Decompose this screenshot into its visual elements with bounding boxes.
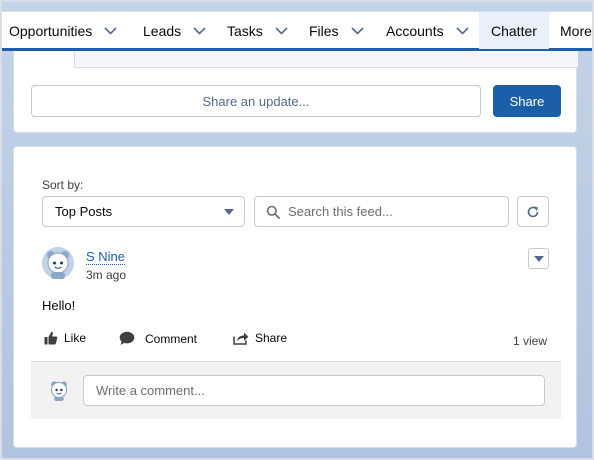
comment-icon: [119, 331, 135, 345]
feed-search-placeholder: Search this feed...: [288, 204, 393, 219]
chevron-down-icon[interactable]: [456, 24, 469, 37]
caret-down-icon: [224, 209, 234, 215]
nav-item-more[interactable]: More: [560, 12, 592, 49]
comment-label: Comment: [145, 331, 198, 346]
nav-bar: Opportunities Leads Tasks Files Accounts…: [2, 11, 592, 52]
chevron-down-icon[interactable]: [193, 24, 206, 37]
post-author-link[interactable]: S Nine: [86, 249, 126, 265]
chevron-down-icon[interactable]: [104, 24, 117, 37]
nav-item-label: Files: [309, 22, 339, 39]
chevron-down-icon[interactable]: [350, 24, 364, 37]
nav-item-chatter[interactable]: Chatter: [479, 12, 549, 52]
post-menu-button[interactable]: [528, 248, 549, 269]
nav-item-label: Tasks: [227, 22, 263, 39]
nav-item-files[interactable]: Files: [309, 12, 364, 49]
nav-item-leads[interactable]: Leads: [143, 12, 206, 49]
chevron-down-icon[interactable]: [275, 24, 288, 37]
share-update-placeholder: Share an update...: [202, 93, 310, 109]
nav-item-tasks[interactable]: Tasks: [227, 12, 288, 49]
nav-item-accounts[interactable]: Accounts: [386, 12, 469, 49]
write-comment-input[interactable]: Write a comment...: [83, 375, 545, 406]
nav-item-label: Accounts: [386, 22, 444, 39]
share-button[interactable]: Share: [493, 85, 561, 117]
comment-area: Write a comment...: [31, 361, 561, 419]
like-button[interactable]: Like: [44, 331, 86, 345]
view-count: 1 view: [513, 334, 548, 348]
feed-card: Sort by: Top Posts Search this feed... S…: [13, 146, 577, 448]
astro-avatar-icon: [50, 381, 68, 401]
nav-item-opportunities[interactable]: Opportunities: [9, 12, 117, 49]
comment-button[interactable]: Comment: [119, 331, 197, 346]
app-frame: Opportunities Leads Tasks Files Accounts…: [0, 0, 594, 460]
share-button-label: Share: [509, 93, 545, 109]
share-icon: [233, 332, 249, 345]
nav-item-label: More: [560, 22, 592, 39]
nav-item-label: Opportunities: [9, 22, 93, 39]
nav-item-label: Chatter: [491, 22, 537, 39]
like-label: Like: [64, 331, 87, 345]
caret-down-icon: [533, 255, 544, 262]
share-post-label: Share: [255, 331, 288, 345]
refresh-button[interactable]: [517, 196, 549, 227]
astro-avatar-icon[interactable]: [42, 247, 74, 279]
publisher-tab-strip: [74, 51, 578, 68]
search-icon: [266, 205, 280, 219]
refresh-icon: [527, 205, 539, 217]
post-body: Hello!: [42, 298, 76, 313]
publisher-card: Share an update... Share: [13, 51, 578, 133]
thumbs-up-icon: [44, 331, 58, 345]
sort-label: Sort by:: [42, 178, 84, 192]
feed-search-input[interactable]: Search this feed...: [254, 196, 509, 227]
post-timestamp[interactable]: 3m ago: [86, 268, 126, 282]
share-post-button[interactable]: Share: [233, 331, 287, 345]
share-update-input[interactable]: Share an update...: [31, 85, 481, 117]
nav-item-label: Leads: [143, 22, 182, 39]
write-comment-placeholder: Write a comment...: [96, 383, 205, 398]
sort-select[interactable]: Top Posts: [42, 196, 245, 227]
sort-value: Top Posts: [55, 204, 113, 219]
